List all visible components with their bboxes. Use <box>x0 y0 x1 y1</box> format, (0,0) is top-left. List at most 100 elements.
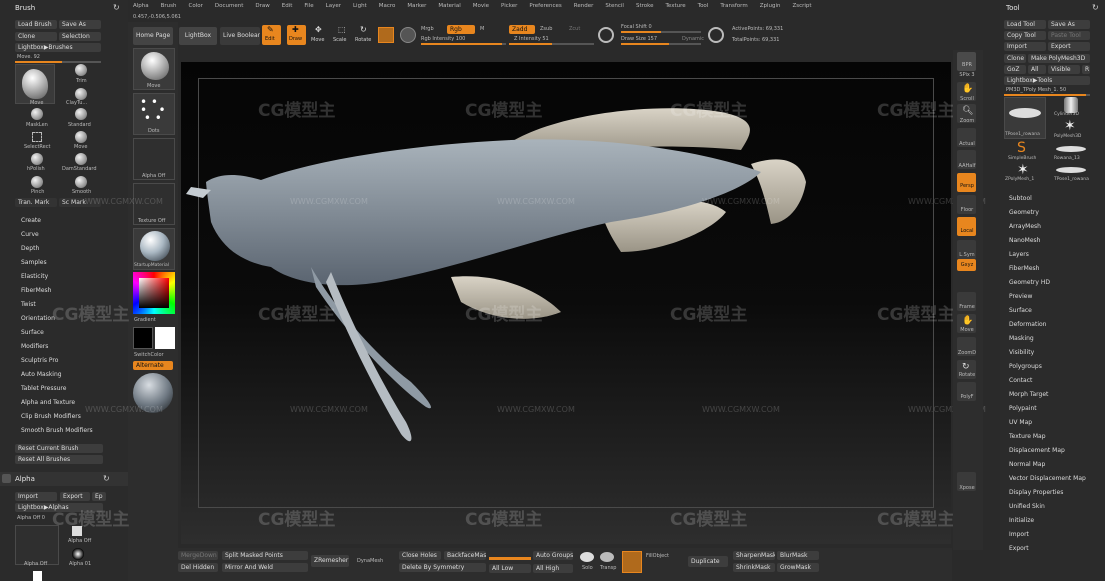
menu-color[interactable]: Color <box>189 3 203 9</box>
tool-menu-morph-target[interactable]: Morph Target <box>1009 389 1048 401</box>
brush-menu-auto-masking[interactable]: Auto Masking <box>21 369 62 381</box>
make-polymesh-button[interactable]: Make PolyMesh3D <box>1028 54 1090 63</box>
tool-menu-surface[interactable]: Surface <box>1009 305 1032 317</box>
rgb-intensity-bar[interactable] <box>421 43 506 45</box>
selectrect-brush-icon[interactable] <box>32 132 42 142</box>
z-intensity-bar[interactable] <box>509 43 594 45</box>
trim-brush-icon[interactable] <box>75 64 87 76</box>
move2-brush-icon[interactable] <box>75 131 87 143</box>
brush-menu-smooth-modifiers[interactable]: Smooth Brush Modifiers <box>21 425 93 437</box>
cylinder-icon[interactable] <box>1064 97 1078 113</box>
goz-r-button[interactable]: R <box>1082 65 1090 74</box>
current-tool-slider[interactable]: PM3D_TPoly Mesh_1. 50 <box>1006 87 1066 93</box>
secondary-color-swatch[interactable] <box>133 327 153 349</box>
tool-menu-subtool[interactable]: Subtool <box>1009 193 1032 205</box>
brush-close-icon[interactable]: ↻ <box>113 3 120 12</box>
tool-clone-button[interactable]: Clone <box>1004 54 1026 63</box>
zsub-button[interactable]: Zsub <box>540 26 552 32</box>
tool-menu-normal-map[interactable]: Normal Map <box>1009 459 1045 471</box>
alpha-white-swatch[interactable] <box>33 571 42 581</box>
brush-menu-clip-modifiers[interactable]: Clip Brush Modifiers <box>21 411 81 423</box>
brush-move-slider[interactable]: Move. 92 <box>17 54 40 60</box>
solo-icon[interactable] <box>580 552 594 562</box>
brush-menu-tablet-pressure[interactable]: Tablet Pressure <box>21 383 66 395</box>
zremesher-button[interactable]: ZRemesher <box>311 555 349 567</box>
goz-button[interactable]: GoZ <box>1004 65 1026 74</box>
menu-stroke[interactable]: Stroke <box>636 3 654 9</box>
load-brush-button[interactable]: Load Brush <box>15 20 57 29</box>
tool-menu-texture-map[interactable]: Texture Map <box>1009 431 1046 443</box>
tool-menu-export[interactable]: Export <box>1009 543 1029 555</box>
tool-menu-unified-skin[interactable]: Unified Skin <box>1009 501 1045 513</box>
color-picker-square[interactable] <box>139 278 169 308</box>
paste-tool-button[interactable]: Paste Tool <box>1048 31 1090 40</box>
main-color-swatch[interactable] <box>155 327 175 349</box>
auto-groups-slider[interactable] <box>489 557 531 560</box>
current-alpha-thumb[interactable] <box>15 525 59 565</box>
menu-zscript[interactable]: Zscript <box>792 3 811 9</box>
dynamic-size-icon[interactable] <box>708 27 724 43</box>
sharpen-mask-button[interactable]: SharpenMask <box>733 551 775 560</box>
brush-slider-bar[interactable] <box>15 61 101 63</box>
alpha-export-button[interactable]: Export <box>60 492 90 501</box>
brush-menu-alpha-texture[interactable]: Alpha and Texture <box>21 397 75 409</box>
tool-menu-arraymesh[interactable]: ArrayMesh <box>1009 221 1041 233</box>
rowana-icon[interactable] <box>1056 146 1086 152</box>
home-page-button[interactable]: Home Page <box>133 27 173 45</box>
copy-tool-button[interactable]: Copy Tool <box>1004 31 1046 40</box>
brush-menu-samples[interactable]: Samples <box>21 257 47 269</box>
merge-down-button[interactable]: MergeDown <box>178 551 218 560</box>
delete-by-symmetry-button[interactable]: Delete By Symmetry <box>399 563 486 572</box>
focal-shift-slider[interactable]: Focal Shift 0 <box>621 24 652 30</box>
menu-zplugin[interactable]: Zplugin <box>760 3 781 9</box>
menu-tool[interactable]: Tool <box>698 3 709 9</box>
color-picker[interactable] <box>133 272 175 314</box>
z-intensity-slider[interactable]: Z Intensity 51 <box>514 36 549 42</box>
tool-menu-masking[interactable]: Masking <box>1009 333 1034 345</box>
material-bottom-swatch[interactable] <box>622 551 642 573</box>
current-brush-thumb[interactable] <box>15 64 55 104</box>
menu-picker[interactable]: Picker <box>501 3 517 9</box>
alpha-close-icon[interactable]: ↻ <box>103 474 110 483</box>
pinch-brush-icon[interactable] <box>31 176 43 188</box>
tool-import-button[interactable]: Import <box>1004 42 1046 51</box>
shelf-move-brush[interactable]: Move <box>133 48 175 90</box>
brush-menu-twist[interactable]: Twist <box>21 299 36 311</box>
brush-menu-modifiers[interactable]: Modifiers <box>21 341 48 353</box>
alpha-off-slider[interactable]: Alpha Off 0 <box>17 515 45 521</box>
lightbox-brushes-button[interactable]: Lightbox▶Brushes <box>15 43 101 52</box>
shelf-stroke[interactable]: • • • • • • Dots <box>133 93 175 135</box>
menu-material[interactable]: Material <box>438 3 460 9</box>
tool-menu-polypaint[interactable]: Polypaint <box>1009 403 1037 415</box>
rgb-intensity-slider[interactable]: Rgb Intensity 100 <box>421 36 465 42</box>
menu-brush[interactable]: Brush <box>161 3 177 9</box>
reset-current-brush-button[interactable]: Reset Current Brush <box>15 444 103 453</box>
menu-texture[interactable]: Texture <box>666 3 686 9</box>
brush-menu-elasticity[interactable]: Elasticity <box>21 271 48 283</box>
focal-shift-bar[interactable] <box>621 31 701 33</box>
tool-menu-uv-map[interactable]: UV Map <box>1009 417 1032 429</box>
tran-mark-tab[interactable]: Tran. Mark <box>15 198 57 207</box>
tool-thumb-fish[interactable]: TPose1_rowana <box>1004 97 1046 139</box>
menu-transform[interactable]: Transform <box>720 3 747 9</box>
menu-alpha[interactable]: Alpha <box>133 3 149 9</box>
dynamesh-button[interactable]: DynaMesh <box>357 558 383 564</box>
draw-mode-button[interactable]: ✚ Draw <box>287 25 306 45</box>
tool-menu-displacement-map[interactable]: Displacement Map <box>1009 445 1065 457</box>
zadd-button[interactable]: Zadd <box>509 25 535 34</box>
tool-menu-vector-displacement[interactable]: Vector Displacement Map <box>1009 473 1086 485</box>
alpha-home-icon[interactable] <box>2 474 11 483</box>
simplebrush-icon[interactable]: S <box>1017 140 1026 156</box>
menu-file[interactable]: File <box>304 3 313 9</box>
tool-menu-polygroups[interactable]: Polygroups <box>1009 361 1042 373</box>
brush-menu-sculptris-pro[interactable]: Sculptris Pro <box>21 355 58 367</box>
load-tool-button[interactable]: Load Tool <box>1004 20 1046 29</box>
brush-menu-fibermesh[interactable]: FiberMesh <box>21 285 51 297</box>
menu-document[interactable]: Document <box>215 3 244 9</box>
standard-brush-icon[interactable] <box>75 108 87 120</box>
menu-movie[interactable]: Movie <box>473 3 489 9</box>
brush-menu-surface[interactable]: Surface <box>21 327 44 339</box>
tool-menu-preview[interactable]: Preview <box>1009 291 1032 303</box>
tool-menu-import[interactable]: Import <box>1009 529 1029 541</box>
focal-shift-icon[interactable] <box>598 27 614 43</box>
